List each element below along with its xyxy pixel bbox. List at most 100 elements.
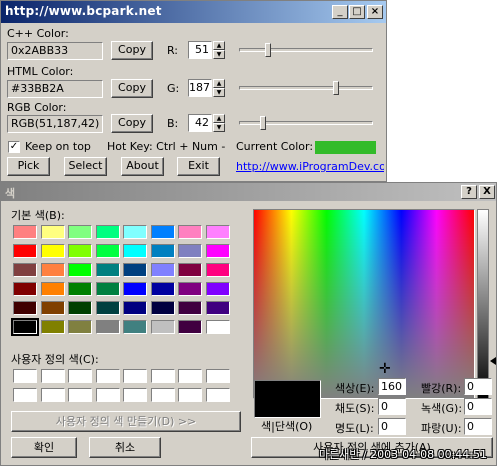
- basic-color-swatch[interactable]: [150, 244, 175, 258]
- lum-input[interactable]: 0: [378, 418, 406, 435]
- custom-color-swatch[interactable]: [68, 369, 92, 383]
- basic-color-swatch[interactable]: [150, 301, 175, 315]
- green-input[interactable]: 0: [464, 398, 492, 415]
- custom-color-swatch[interactable]: [178, 369, 202, 383]
- crosshair-icon[interactable]: ✛: [379, 362, 393, 376]
- ok-button[interactable]: 확인: [11, 437, 77, 458]
- basic-color-swatch[interactable]: [205, 320, 230, 334]
- basic-color-swatch[interactable]: [205, 244, 230, 258]
- b-down-arrow[interactable]: ▼: [213, 123, 225, 132]
- basic-color-swatch[interactable]: [178, 320, 202, 334]
- basic-color-swatch[interactable]: [95, 225, 120, 239]
- sat-input[interactable]: 0: [378, 398, 406, 415]
- cancel-button[interactable]: 취소: [89, 437, 161, 458]
- dialog-close-button[interactable]: X: [479, 185, 495, 199]
- basic-color-swatch[interactable]: [40, 282, 65, 296]
- luminosity-bar[interactable]: [477, 209, 489, 399]
- copy-rgb-button[interactable]: Copy: [111, 114, 153, 133]
- b-value[interactable]: 42: [188, 114, 212, 132]
- basic-color-swatch[interactable]: [95, 301, 120, 315]
- basic-color-swatch[interactable]: [95, 320, 120, 334]
- basic-color-swatch[interactable]: [95, 244, 120, 258]
- basic-color-swatch[interactable]: [205, 263, 230, 277]
- basic-color-swatch[interactable]: [13, 282, 37, 296]
- hue-input[interactable]: 160: [378, 378, 406, 395]
- basic-color-swatch[interactable]: [178, 225, 202, 239]
- luminosity-arrow-icon[interactable]: [490, 357, 496, 365]
- basic-color-swatch[interactable]: [123, 244, 147, 258]
- custom-color-swatch[interactable]: [150, 388, 175, 402]
- custom-color-swatch[interactable]: [150, 369, 175, 383]
- basic-color-swatch[interactable]: [150, 320, 175, 334]
- basic-color-swatch[interactable]: [13, 301, 37, 315]
- close-button[interactable]: ×: [367, 5, 383, 19]
- basic-color-swatch[interactable]: [150, 225, 175, 239]
- custom-color-swatch[interactable]: [40, 388, 65, 402]
- basic-color-swatch[interactable]: [205, 301, 230, 315]
- copy-cpp-button[interactable]: Copy: [111, 41, 153, 60]
- title-bar[interactable]: http://www.bcpark.net _ □ ×: [1, 1, 386, 23]
- basic-color-swatch[interactable]: [150, 282, 175, 296]
- basic-color-swatch[interactable]: [68, 244, 92, 258]
- color-spectrum[interactable]: [253, 209, 475, 399]
- custom-color-swatch[interactable]: [205, 369, 230, 383]
- basic-color-swatch[interactable]: [40, 320, 65, 334]
- keep-on-top-checkbox[interactable]: ✓: [8, 141, 20, 153]
- basic-color-swatch[interactable]: [95, 282, 120, 296]
- g-slider-track[interactable]: [239, 86, 373, 90]
- r-slider-track[interactable]: [239, 48, 373, 52]
- basic-color-swatch[interactable]: [150, 263, 175, 277]
- copy-html-button[interactable]: Copy: [111, 79, 153, 98]
- basic-color-swatch[interactable]: [68, 320, 92, 334]
- b-up-arrow[interactable]: ▲: [213, 114, 225, 123]
- custom-color-swatch[interactable]: [13, 369, 37, 383]
- b-slider-thumb[interactable]: [260, 116, 267, 130]
- basic-color-swatch[interactable]: [123, 282, 147, 296]
- basic-color-swatch[interactable]: [178, 301, 202, 315]
- basic-color-swatch[interactable]: [178, 263, 202, 277]
- basic-color-swatch[interactable]: [68, 301, 92, 315]
- basic-color-swatch[interactable]: [205, 225, 230, 239]
- blue-input[interactable]: 0: [464, 418, 492, 435]
- basic-color-swatch[interactable]: [123, 225, 147, 239]
- custom-color-swatch[interactable]: [68, 388, 92, 402]
- dialog-title-bar[interactable]: 색 ? X: [1, 183, 496, 201]
- basic-color-swatch[interactable]: [68, 282, 92, 296]
- cpp-color-field[interactable]: 0x2ABB33: [7, 42, 103, 60]
- basic-color-swatch[interactable]: [40, 244, 65, 258]
- custom-color-swatch[interactable]: [178, 388, 202, 402]
- solid-color-label[interactable]: 색|단색(O): [261, 418, 312, 434]
- r-value[interactable]: 51: [188, 41, 212, 59]
- g-up-arrow[interactable]: ▲: [213, 79, 225, 88]
- define-custom-colors-button[interactable]: 사용자 정의 색 만들기(D) >>: [11, 411, 241, 432]
- keep-on-top-label[interactable]: Keep on top: [25, 140, 91, 153]
- g-slider-thumb[interactable]: [332, 81, 339, 95]
- website-link[interactable]: http://www.iProgramDev.co: [236, 160, 384, 173]
- basic-color-swatch[interactable]: [13, 263, 37, 277]
- about-button[interactable]: About: [121, 157, 164, 176]
- basic-color-swatch[interactable]: [123, 263, 147, 277]
- basic-color-swatch[interactable]: [13, 244, 37, 258]
- select-button[interactable]: Select: [64, 157, 107, 176]
- r-up-arrow[interactable]: ▲: [213, 41, 225, 50]
- minimize-button[interactable]: _: [332, 5, 348, 19]
- basic-color-swatch[interactable]: [40, 263, 65, 277]
- basic-color-swatch[interactable]: [13, 225, 37, 239]
- custom-color-swatch[interactable]: [205, 388, 230, 402]
- basic-color-swatch[interactable]: [95, 263, 120, 277]
- basic-color-swatch[interactable]: [123, 320, 147, 334]
- maximize-button[interactable]: □: [349, 5, 365, 19]
- basic-color-swatch[interactable]: [178, 282, 202, 296]
- basic-color-swatch[interactable]: [205, 282, 230, 296]
- g-value[interactable]: 187: [188, 79, 212, 97]
- html-color-field[interactable]: #33BB2A: [7, 80, 103, 98]
- g-down-arrow[interactable]: ▼: [213, 88, 225, 97]
- r-slider-thumb[interactable]: [264, 43, 271, 57]
- rgb-color-field[interactable]: RGB(51,187,42): [7, 115, 103, 133]
- custom-color-swatch[interactable]: [40, 369, 65, 383]
- basic-color-swatch[interactable]: [40, 225, 65, 239]
- pick-button[interactable]: Pick: [7, 157, 50, 176]
- custom-color-swatch[interactable]: [123, 369, 147, 383]
- custom-color-swatch[interactable]: [123, 388, 147, 402]
- basic-color-swatch[interactable]: [178, 244, 202, 258]
